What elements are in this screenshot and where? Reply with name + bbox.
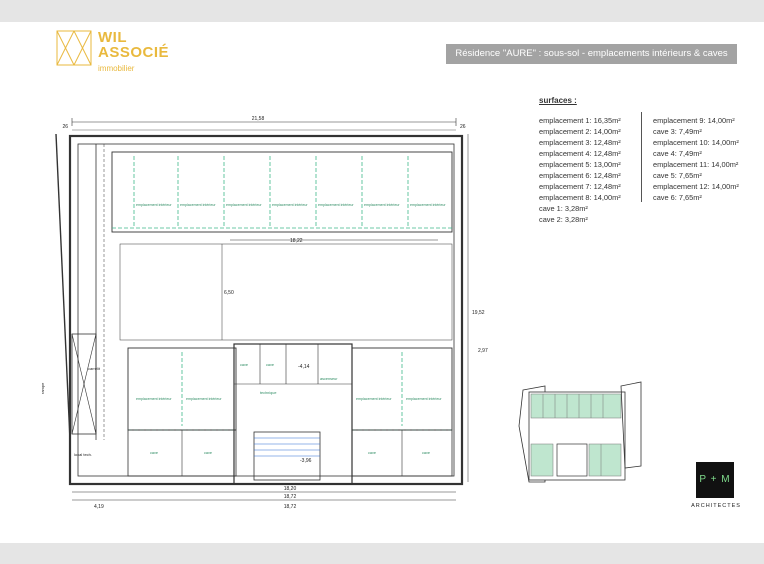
dim-right-small: 2,97 (478, 348, 488, 354)
surface-row: emplacement 6: 12,48m² (539, 171, 621, 180)
surface-row: emplacement 9: 14,00m² (653, 116, 735, 125)
surface-row: emplacement 11: 14,00m² (653, 160, 739, 169)
ascenseur-label: ascenseur (320, 377, 338, 381)
cave-label: cave (368, 451, 376, 455)
space-label: emplacement intérieur (180, 203, 216, 207)
dim-bottom-4: 18,72 (284, 504, 297, 510)
brand-subtitle: ARCHITECTES (691, 503, 741, 509)
dim-bottom-1: 18,20 (284, 486, 297, 492)
surfaces-divider (641, 112, 642, 202)
surfaces-heading: surfaces : (539, 96, 577, 105)
surface-row: cave 2: 3,28m² (539, 215, 588, 224)
cave-label: cave (204, 451, 212, 455)
space-label: emplacement intérieur (364, 203, 400, 207)
ramp-label: rampe (40, 382, 45, 394)
surfaces-legend: surfaces : emplacement 1: 16,35m² emplac… (539, 96, 739, 224)
surface-row: emplacement 2: 14,00m² (539, 127, 621, 136)
floor-plan: 21,58 26 26 18,20 18,72 4,19 18,72 19,52… (28, 94, 508, 514)
space-label: emplacement intérieur (410, 203, 446, 207)
surface-row: cave 4: 7,49m² (653, 149, 702, 158)
cave-label: cave (422, 451, 430, 455)
surface-row: emplacement 1: 16,35m² (539, 116, 621, 125)
space-label: emplacement intérieur (406, 397, 442, 401)
surface-row: emplacement 4: 12,48m² (539, 149, 621, 158)
key-plan-drawing (518, 381, 642, 483)
local-tech-label: local tech. (74, 452, 92, 457)
cave-label: cave (266, 363, 274, 367)
dim-top-right: 26 (460, 124, 466, 130)
space-label: emplacement intérieur (136, 203, 172, 207)
dim-top-total: 21,58 (252, 116, 265, 122)
surface-row: emplacement 8: 14,00m² (539, 193, 621, 202)
company-logo: WIL ASSOCIÉ immobilier (98, 30, 169, 76)
dim-bottom-3: 4,19 (94, 504, 104, 510)
space-label: emplacement intérieur (226, 203, 262, 207)
surface-row: cave 3: 7,49m² (653, 127, 702, 136)
surface-row: emplacement 12: 14,00m² (653, 182, 739, 191)
surface-row: emplacement 5: 13,00m² (539, 160, 621, 169)
surfaces-col2: emplacement 9: 14,00m² cave 3: 7,49m² em… (653, 115, 739, 203)
surface-row: cave 5: 7,65m² (653, 171, 702, 180)
logo-line2: ASSOCIÉ (98, 44, 170, 61)
dim-bottom-2: 18,72 (284, 494, 297, 500)
surface-row: emplacement 7: 12,48m² (539, 182, 621, 191)
space-label: emplacement intérieur (356, 397, 392, 401)
surface-row: cave 1: 3,28m² (539, 204, 588, 213)
logo-sub: immobilier (98, 64, 135, 73)
dim-level: -4,14 (298, 364, 310, 370)
space-label: emplacement intérieur (136, 397, 172, 401)
floor-plan-drawing: 21,58 26 26 18,20 18,72 4,19 18,72 19,52… (40, 116, 488, 510)
surface-row: emplacement 3: 12,48m² (539, 138, 621, 147)
space-label: emplacement intérieur (318, 203, 354, 207)
dim-right: 19,52 (472, 310, 485, 316)
surface-row: emplacement 10: 14,00m² (653, 138, 739, 147)
dim-mid: 18,22 (290, 238, 303, 244)
tech-label: technique (260, 391, 276, 395)
bottom-band (0, 543, 764, 564)
dim-inner: 6,50 (224, 290, 234, 296)
space-label: emplacement intérieur (186, 397, 222, 401)
brand-logo: P + M (696, 462, 734, 498)
dim-stair: -3,96 (300, 458, 312, 464)
page-title: Résidence "AURE" : sous-sol - emplacemen… (446, 44, 737, 64)
logo-line1: WIL (98, 29, 127, 46)
dim-top-left: 26 (62, 124, 68, 130)
top-band (0, 0, 764, 22)
cave-label: cave (150, 451, 158, 455)
surfaces-col1: emplacement 1: 16,35m² emplacement 2: 14… (539, 115, 621, 225)
key-plan (509, 356, 649, 486)
carrelit-label: carrelit (88, 366, 101, 371)
cave-label: cave (240, 363, 248, 367)
space-label: emplacement intérieur (272, 203, 308, 207)
wil-logo-icon (56, 30, 92, 66)
surface-row: cave 6: 7,65m² (653, 193, 702, 202)
